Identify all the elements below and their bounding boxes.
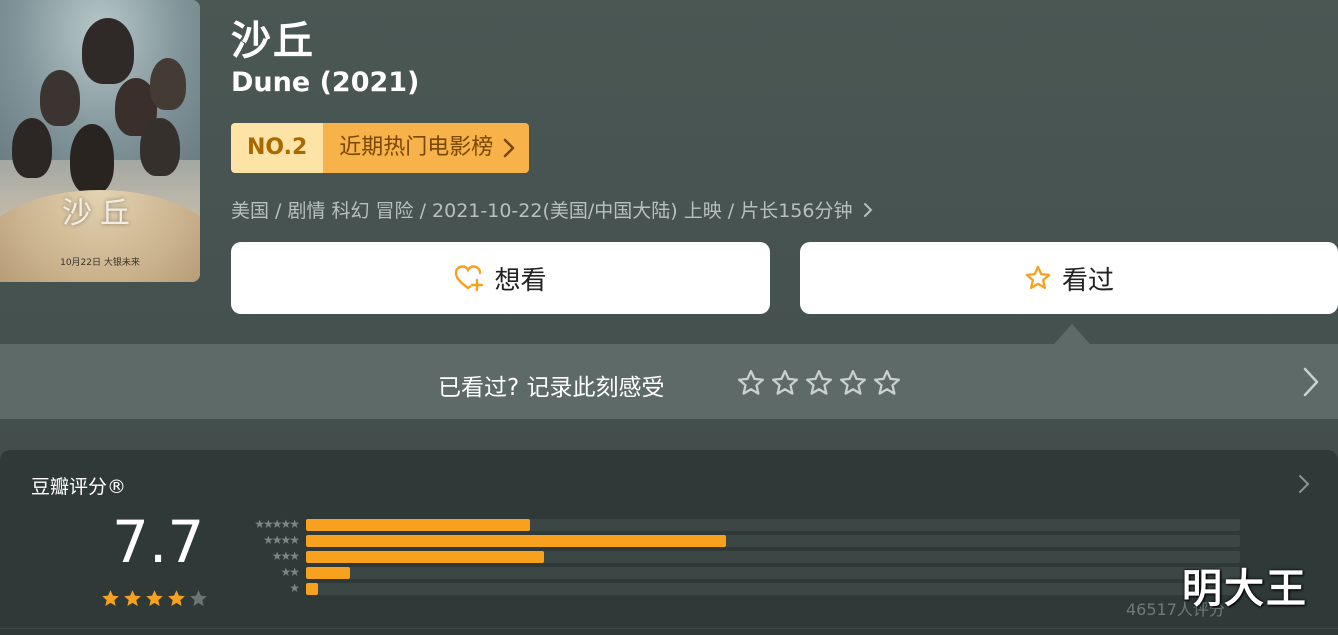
distribution-bar <box>306 582 319 595</box>
chevron-right-icon[interactable] <box>1298 474 1310 494</box>
watermark: 明大王 <box>1182 566 1308 612</box>
rating-label: 豆瓣评分® <box>31 476 127 498</box>
douban-rating-panel[interactable]: 豆瓣评分® 7.7 ★★★★★ ★★★★ ★★★ ★★ ★ 46517人评分 <box>0 450 1338 635</box>
distribution-bar <box>306 518 531 531</box>
poster-figure <box>140 118 180 176</box>
want-to-watch-label: 想看 <box>494 265 547 296</box>
chevron-right-icon[interactable] <box>1302 366 1320 398</box>
distribution-bar <box>306 534 727 547</box>
record-feeling-bar[interactable]: 已看过? 记录此刻感受 <box>0 344 1338 419</box>
movie-info-text: 美国 / 剧情 科幻 冒险 / 2021-10-22(美国/中国大陆) 上映 /… <box>231 200 853 222</box>
poster-figure <box>150 58 186 110</box>
rating-input-stars[interactable] <box>736 368 902 398</box>
distribution-track <box>306 550 1240 563</box>
chevron-right-icon <box>863 203 872 217</box>
poster-figure <box>40 70 80 126</box>
movie-info-link[interactable]: 美国 / 剧情 科幻 冒险 / 2021-10-22(美国/中国大陆) 上映 /… <box>231 196 873 223</box>
rank-number: NO.2 <box>231 123 324 173</box>
distribution-row-4: ★★★★ <box>226 534 1240 547</box>
star-outline-icon[interactable] <box>872 368 902 398</box>
star-empty-icon <box>190 590 207 606</box>
watched-button[interactable]: 看过 <box>800 242 1338 314</box>
record-prompt: 已看过? 记录此刻感受 <box>438 375 665 401</box>
distribution-track <box>306 582 1240 595</box>
rating-score: 7.7 <box>112 508 205 576</box>
movie-title-cn: 沙丘 <box>231 18 315 64</box>
distribution-row-1: ★ <box>226 582 1240 595</box>
star-outline-icon[interactable] <box>838 368 868 398</box>
poster-figure <box>70 124 114 194</box>
distribution-stars-label: ★★★ <box>271 549 300 563</box>
distribution-track <box>306 518 1240 531</box>
distribution-row-5: ★★★★★ <box>226 518 1240 531</box>
distribution-bar <box>306 566 350 579</box>
want-to-watch-button[interactable]: 想看 <box>231 242 770 314</box>
poster-figure <box>82 18 134 84</box>
distribution-stars-label: ★ <box>289 581 300 595</box>
rank-list-link[interactable]: 近期热门电影榜 <box>323 123 530 173</box>
poster-date: 10月22日 大银未来 <box>60 258 140 268</box>
rank-list-name: 近期热门电影榜 <box>339 135 494 160</box>
rating-stars <box>100 588 209 609</box>
rank-badge[interactable]: NO.2 近期热门电影榜 <box>231 123 530 173</box>
distribution-stars-label: ★★★★★ <box>254 517 300 531</box>
distribution-stars-label: ★★★★ <box>262 533 300 547</box>
popover-arrow <box>1054 324 1090 344</box>
distribution-track <box>306 566 1240 579</box>
movie-poster[interactable]: 沙丘 10月22日 大银未来 <box>0 0 200 282</box>
distribution-track <box>306 534 1240 547</box>
star-outline-icon[interactable] <box>770 368 800 398</box>
star-outline-icon[interactable] <box>736 368 766 398</box>
poster-figure <box>12 118 52 178</box>
star-outline-icon <box>1025 265 1051 290</box>
distribution-row-3: ★★★ <box>226 550 1240 563</box>
star-filled-icon <box>146 590 163 606</box>
divider <box>0 628 1338 629</box>
movie-title-en: Dune (2021) <box>231 67 420 98</box>
distribution-bar <box>306 550 545 563</box>
chevron-right-icon <box>504 138 515 158</box>
distribution-stars-label: ★★ <box>280 565 300 579</box>
heart-plus-icon <box>455 265 484 292</box>
star-filled-icon <box>168 590 185 606</box>
poster-title: 沙丘 <box>62 196 138 231</box>
watched-label: 看过 <box>1061 265 1114 296</box>
star-filled-icon <box>124 590 141 606</box>
star-outline-icon[interactable] <box>804 368 834 398</box>
distribution-row-2: ★★ <box>226 566 1240 579</box>
star-filled-icon <box>102 590 119 606</box>
